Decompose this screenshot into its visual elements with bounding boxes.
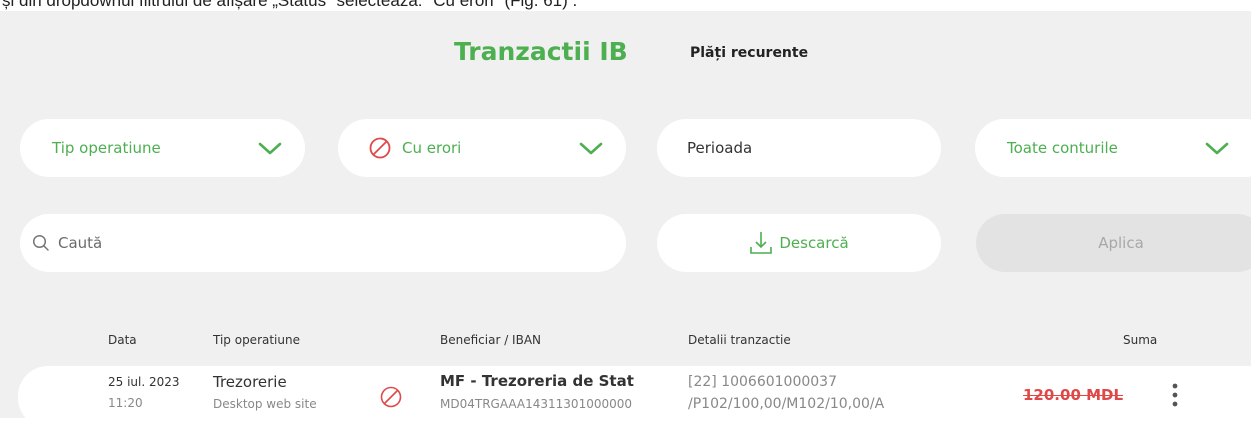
chevron-down-icon <box>1205 142 1229 155</box>
row-details-line1: [22] 1006601000037 <box>688 374 837 390</box>
column-header-type: Tip operatiune <box>213 333 300 347</box>
accounts-label: Toate conturile <box>1007 139 1118 157</box>
operation-type-dropdown[interactable]: Tip operatiune <box>20 119 305 177</box>
column-header-date: Data <box>108 333 137 347</box>
period-picker[interactable]: Perioada <box>657 119 941 177</box>
table-row[interactable]: 25 iul. 2023 11:20 Trezorerie Desktop we… <box>18 366 1251 428</box>
column-header-details: Detalii tranzactie <box>688 333 791 347</box>
row-type: Trezorerie <box>213 373 287 391</box>
row-amount: 120.00 MDL <box>1023 386 1124 404</box>
accounts-dropdown[interactable]: Toate conturile <box>975 119 1251 177</box>
transactions-panel: Tranzactii IB Plăți recurente Tip operat… <box>0 11 1251 428</box>
document-caption: și din dropdownul filtrului de afișare „… <box>2 0 578 10</box>
tab-recurring-payments[interactable]: Plăți recurente <box>690 45 808 61</box>
row-date: 25 iul. 2023 <box>108 375 180 389</box>
chevron-down-icon <box>258 142 282 155</box>
column-header-beneficiary: Beneficiar / IBAN <box>440 333 542 347</box>
more-options-icon[interactable] <box>1171 382 1179 408</box>
status-dropdown[interactable]: Cu erori <box>338 119 626 177</box>
apply-button[interactable]: Aplica <box>976 214 1251 272</box>
row-time: 11:20 <box>108 396 143 410</box>
row-iban: MD04TRGAAA14311301000000 <box>440 397 633 411</box>
search-placeholder: Caută <box>58 234 103 252</box>
row-channel: Desktop web site <box>213 397 317 411</box>
chevron-down-icon <box>579 142 603 155</box>
search-input[interactable]: Caută <box>20 214 626 272</box>
download-icon <box>750 232 773 254</box>
column-header-amount: Suma <box>1123 333 1158 347</box>
error-status-icon <box>369 137 391 159</box>
error-status-icon <box>380 386 402 408</box>
search-icon <box>32 234 49 251</box>
period-label: Perioada <box>687 139 753 157</box>
apply-label: Aplica <box>1098 234 1144 252</box>
row-beneficiary: MF - Trezoreria de Stat <box>440 372 634 390</box>
download-label: Descarcă <box>779 234 849 252</box>
status-label: Cu erori <box>402 139 462 157</box>
page-title: Tranzactii IB <box>454 37 628 66</box>
download-button[interactable]: Descarcă <box>657 214 941 272</box>
operation-type-label: Tip operatiune <box>52 139 161 157</box>
row-details-line2: /P102/100,00/M102/10,00/A <box>688 396 885 412</box>
